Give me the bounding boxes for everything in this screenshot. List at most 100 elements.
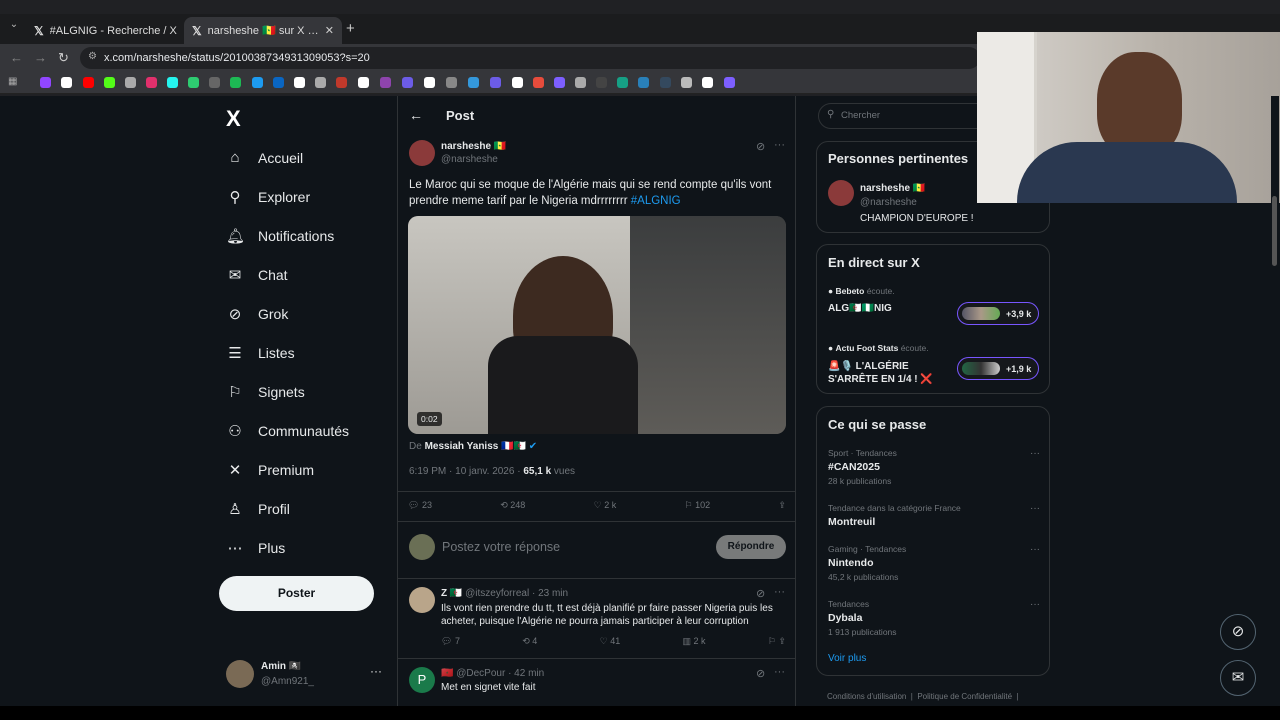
bookmark-icon[interactable] (380, 77, 391, 88)
bookmark-icon[interactable] (660, 77, 671, 88)
bookmark-icon[interactable] (230, 77, 241, 88)
nav-communities[interactable]: ⚇ Communautés (226, 411, 386, 450)
bookmark-icon[interactable] (575, 77, 586, 88)
bookmark-icon[interactable] (146, 77, 157, 88)
nav-chat[interactable]: ✉ Chat (226, 255, 386, 294)
bookmark-icon[interactable] (252, 77, 263, 88)
author-name[interactable]: narsheshe 🇸🇳 (441, 141, 506, 152)
person-name[interactable]: narsheshe 🇸🇳 (860, 183, 925, 194)
trend-item[interactable]: Tendance dans la catégorie France Montreu… (828, 503, 1040, 528)
post-time[interactable]: 6:19 PM · 10 janv. 2026 · (409, 466, 523, 477)
reply-submit-button[interactable]: Répondre (716, 535, 786, 559)
tab-post[interactable]: 𝕏 narsheshe 🇸🇳 sur X : "Le Maroc ✕ (184, 17, 342, 44)
bookmark-icon[interactable] (533, 77, 544, 88)
nav-profile[interactable]: ♙ Profil (226, 489, 386, 528)
bookmark-icon[interactable] (554, 77, 565, 88)
bookmark-icon[interactable] (446, 77, 457, 88)
trend-item[interactable]: Tendances Dybala 1 913 publications ··· (828, 599, 1040, 637)
scrollbar-thumb[interactable] (1272, 196, 1277, 266)
more-icon[interactable]: ··· (370, 664, 382, 678)
bookmark-icon[interactable] (596, 77, 607, 88)
bookmark-icon[interactable] (468, 77, 479, 88)
nav-more[interactable]: ⋯ Plus (226, 528, 386, 567)
bookmark-icon[interactable] (724, 77, 735, 88)
bookmark-icon[interactable] (40, 77, 51, 88)
tab-search-icon[interactable]: ⌄ (6, 19, 22, 35)
nav-notifications[interactable]: 🔔︎ Notifications (226, 216, 386, 255)
bookmark-icon[interactable] (209, 77, 220, 88)
bookmark-icon[interactable] (336, 77, 347, 88)
author-avatar[interactable] (409, 140, 435, 166)
bookmark-icon[interactable] (188, 77, 199, 88)
like-button[interactable]: ♡ 2 k (594, 500, 617, 511)
reply-author[interactable]: 🇲🇦 (441, 668, 453, 679)
views-button[interactable]: ▥ 2 k (683, 636, 706, 647)
reload-icon[interactable]: ↻ (58, 50, 69, 66)
more-icon[interactable]: ··· (774, 586, 785, 598)
nav-explore[interactable]: ⚲ Explorer (226, 177, 386, 216)
bookmark-icon[interactable] (83, 77, 94, 88)
reply-author[interactable]: Z 🇩🇿 (441, 588, 462, 599)
close-icon[interactable]: ✕ (325, 24, 334, 37)
share-icon[interactable]: ⇪ (778, 500, 786, 511)
live-item[interactable]: ● Bebeto écoute. ALG🇩🇿🇳🇬NIG +3,9 k (828, 286, 1040, 326)
show-more-link[interactable]: Voir plus (828, 653, 866, 664)
hashtag-link[interactable]: #ALGNIG (631, 195, 681, 207)
bookmark-icon[interactable] (681, 77, 692, 88)
nav-home[interactable]: ⌂ Accueil (226, 138, 386, 177)
scrollbar[interactable] (1271, 96, 1279, 706)
bookmark-icon[interactable]: ⚐ ⇪ (768, 636, 786, 647)
reply-input[interactable]: Postez votre réponse (442, 540, 560, 554)
bookmark-icon[interactable] (315, 77, 326, 88)
more-icon[interactable]: ··· (774, 666, 785, 678)
grok-icon[interactable]: ⊘ (756, 667, 765, 680)
site-info-icon[interactable]: ⚙ (88, 51, 97, 62)
more-icon[interactable]: ··· (1030, 448, 1040, 459)
back-arrow-icon[interactable]: ← (409, 107, 423, 123)
privacy-link[interactable]: Politique de Confidentialité (917, 692, 1012, 701)
back-icon[interactable]: ← (10, 50, 23, 65)
tab-algnig-search[interactable]: 𝕏 #ALGNIG - Recherche / X ✕ (26, 17, 204, 44)
bookmark-icon[interactable] (104, 77, 115, 88)
bookmark-icon[interactable] (638, 77, 649, 88)
live-item[interactable]: ● Actu Foot Stats écoute. 🚨🎙️ L'ALGÉRIE … (828, 343, 1040, 387)
trend-item[interactable]: Sport · Tendances #CAN2025 28 k publicatio… (828, 448, 1040, 486)
listeners-pill[interactable]: +1,9 k (957, 357, 1039, 380)
attribution-name[interactable]: Messiah Yaniss 🇫🇷🇩🇿 (425, 441, 526, 452)
bookmark-icon[interactable] (167, 77, 178, 88)
grok-float-button[interactable]: ⊘ (1220, 614, 1256, 650)
new-tab-icon[interactable]: + (346, 20, 355, 37)
account-switcher[interactable]: Amin 🏴‍☠️ @Amn921_ ··· (226, 658, 386, 692)
forward-icon[interactable]: → (34, 50, 47, 65)
bookmark-button[interactable]: ⚐ 102 (685, 500, 711, 511)
reply-button[interactable]: 💬︎ 7 (441, 636, 460, 647)
bookmark-icon[interactable] (424, 77, 435, 88)
url-field[interactable]: ⚙ x.com/narsheshe/status/201003873493130… (80, 47, 980, 69)
apps-icon[interactable]: ▦ (8, 76, 19, 87)
bookmark-icon[interactable] (358, 77, 369, 88)
bookmark-icon[interactable] (125, 77, 136, 88)
x-logo-icon[interactable]: X (226, 106, 241, 132)
bookmark-icon[interactable] (294, 77, 305, 88)
bookmark-icon[interactable] (617, 77, 628, 88)
nav-grok[interactable]: ⊘ Grok (226, 294, 386, 333)
listeners-pill[interactable]: +3,9 k (957, 302, 1039, 325)
nav-lists[interactable]: ☰ Listes (226, 333, 386, 372)
bookmark-icon[interactable] (512, 77, 523, 88)
nav-bookmarks[interactable]: ⚐ Signets (226, 372, 386, 411)
nav-premium[interactable]: ✕ Premium (226, 450, 386, 489)
repost-button[interactable]: ⟲ 248 (500, 500, 525, 511)
reply-item[interactable]: P 🇲🇦 @DecPour · 42 min ⊘ ··· Met en sign… (398, 659, 795, 706)
bookmark-icon[interactable] (702, 77, 713, 88)
avatar[interactable] (828, 180, 854, 206)
grok-icon[interactable]: ⊘ (756, 140, 765, 153)
post-video[interactable]: 0:02 (408, 216, 786, 434)
terms-link[interactable]: Conditions d'utilisation (827, 692, 906, 701)
post-button[interactable]: Poster (219, 576, 374, 611)
more-icon[interactable]: ··· (1030, 503, 1040, 514)
bookmark-icon[interactable] (61, 77, 72, 88)
bookmark-icon[interactable] (490, 77, 501, 88)
like-button[interactable]: ♡ 41 (600, 636, 621, 647)
repost-button[interactable]: ⟲ 4 (522, 636, 537, 647)
trend-item[interactable]: Gaming · Tendances Nintendo 45,2 k publica… (828, 544, 1040, 582)
